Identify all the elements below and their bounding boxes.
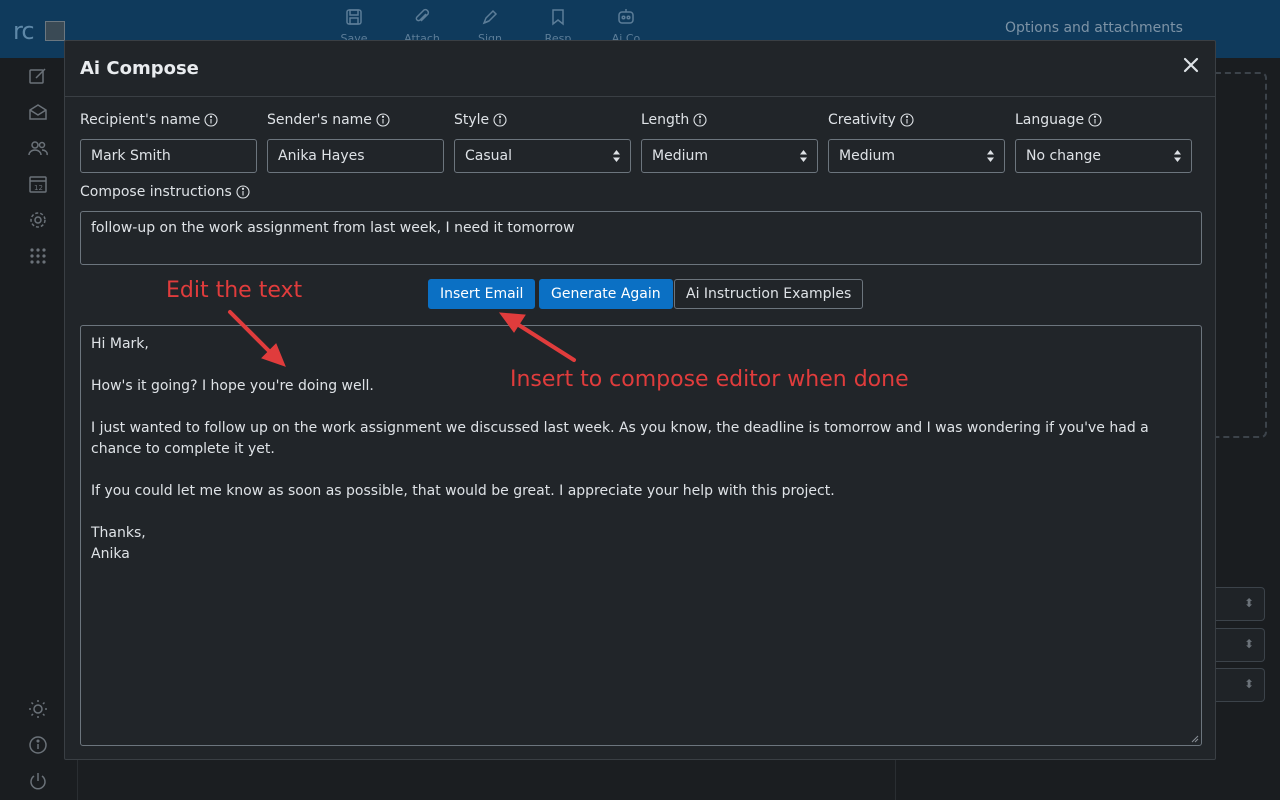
signature-icon [482,9,498,25]
email-line [91,502,1191,523]
app-logo: rc [13,17,35,45]
style-select-value: Casual [465,148,512,164]
recipient-label: Recipient's name [80,112,218,128]
language-select[interactable]: No change [1015,139,1192,173]
about-info-icon[interactable] [28,735,48,755]
sender-label: Sender's name [267,112,390,128]
contacts-icon[interactable] [28,138,48,158]
bookmark-icon [552,9,564,26]
mail-icon[interactable] [28,102,48,122]
dialog-title: Ai Compose [80,58,199,79]
select-updown-icon [800,150,807,162]
email-line: I just wanted to follow up on the work a… [91,420,1149,457]
style-label: Style [454,112,507,128]
theme-sun-icon[interactable] [28,699,48,719]
sender-name-input[interactable]: Anika Hayes [267,139,444,173]
options-attachments-heading: Options and attachments [1005,20,1183,36]
info-icon[interactable] [1088,113,1102,127]
insert-email-button[interactable]: Insert Email [428,279,536,309]
length-select-value: Medium [652,148,708,164]
select-updown-icon [1174,150,1181,162]
email-line: If you could let me know as soon as poss… [91,483,835,499]
recipient-name-input[interactable]: Mark Smith [80,139,257,173]
length-select[interactable]: Medium [641,139,818,173]
email-line: Thanks, [91,525,146,541]
close-icon[interactable] [1181,55,1201,75]
length-label: Length [641,112,707,128]
logo-mark-icon [45,21,65,41]
select-updown-icon [613,150,620,162]
robot-icon [618,9,634,24]
apps-grid-icon[interactable] [28,246,48,266]
creativity-label: Creativity [828,112,914,128]
svg-text:12: 12 [34,184,43,192]
resize-grip-icon[interactable] [1191,735,1199,743]
paperclip-icon [415,8,430,22]
language-label: Language [1015,112,1102,128]
annotation-insert-text: Insert to compose editor when done [510,367,909,392]
save-icon [346,9,362,25]
calendar-icon[interactable]: 12 [28,174,48,194]
settings-gear-icon[interactable] [28,210,48,230]
language-select-value: No change [1026,148,1102,164]
ai-compose-dialog: Ai Compose Recipient's name Sender's nam… [64,40,1216,760]
ai-instruction-examples-button[interactable]: Ai Instruction Examples [674,279,864,309]
info-icon[interactable] [900,113,914,127]
creativity-select-value: Medium [839,148,895,164]
creativity-select[interactable]: Medium [828,139,1005,173]
instructions-label: Compose instructions [80,184,250,200]
compose-instructions-textarea[interactable]: follow-up on the work assignment from la… [80,211,1202,265]
dialog-header: Ai Compose [65,41,1215,97]
compose-icon[interactable] [28,66,48,86]
email-line [91,460,1191,481]
email-line: Anika [91,546,130,562]
info-icon[interactable] [376,113,390,127]
email-line [91,397,1191,418]
info-icon[interactable] [236,185,250,199]
annotation-edit-text: Edit the text [166,278,303,303]
generate-again-button[interactable]: Generate Again [539,279,673,309]
info-icon[interactable] [204,113,218,127]
email-line: Hi Mark, [91,336,149,352]
info-icon[interactable] [693,113,707,127]
info-icon[interactable] [493,113,507,127]
logout-power-icon[interactable] [28,771,48,791]
select-updown-icon [987,150,994,162]
style-select[interactable]: Casual [454,139,631,173]
